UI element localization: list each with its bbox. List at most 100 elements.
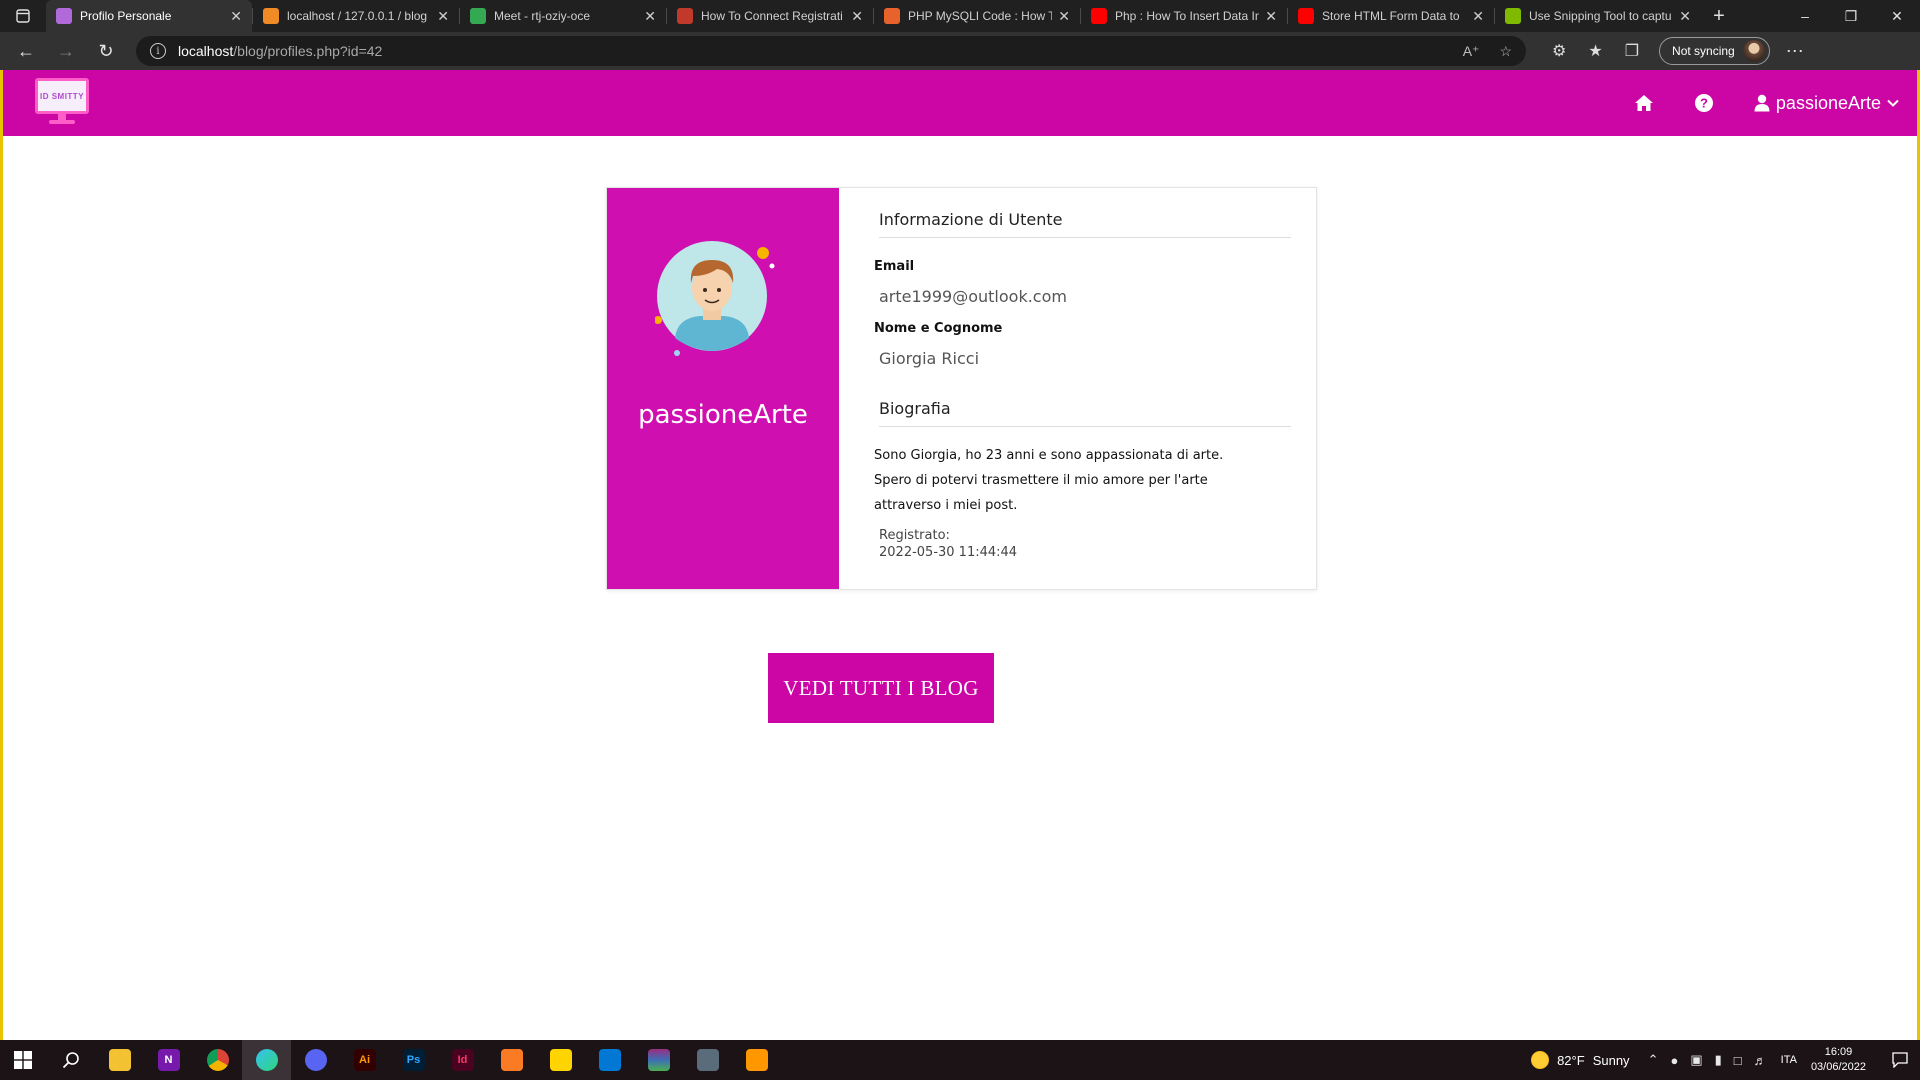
taskbar-edge[interactable] — [242, 1040, 291, 1080]
taskbar-illustrator[interactable]: Ai — [340, 1040, 389, 1080]
taskbar-discord[interactable] — [291, 1040, 340, 1080]
camera-icon[interactable]: ▣ — [1690, 1052, 1702, 1068]
profile-card: passioneArte Informazione di Utente Emai… — [606, 187, 1317, 590]
tray-icons: ⌃ ● ▣ ▮ □ ♬ — [1648, 1052, 1767, 1068]
browser-toolbar: ← → ↻ i localhost/blog/profiles.php?id=4… — [0, 32, 1920, 70]
view-all-blogs-button[interactable]: VEDI TUTTI I BLOG — [768, 653, 994, 723]
browser-tab-strip: Profilo Personale ✕ localhost / 127.0.0.1 … — [0, 0, 1920, 32]
favorites-icon[interactable]: ★ — [1588, 41, 1602, 61]
read-aloud-icon[interactable]: A⁺ — [1463, 43, 1480, 60]
avatar — [654, 238, 785, 358]
full-name-label: Nome e Cognome — [874, 321, 1003, 336]
tab-actions-button[interactable] — [0, 0, 46, 32]
sync-label: Not syncing — [1672, 44, 1735, 58]
user-dropdown[interactable]: passioneArte — [1754, 93, 1899, 114]
search-icon — [62, 1052, 79, 1069]
registered-date: 2022-05-30 11:44:44 — [879, 545, 1018, 560]
discord-icon — [304, 1049, 327, 1071]
profile-sidebar: passioneArte — [607, 188, 839, 589]
back-button[interactable]: ← — [6, 35, 46, 67]
taskbar-sublime[interactable] — [732, 1040, 781, 1080]
browser-tab[interactable]: Profilo Personale ✕ — [46, 0, 252, 32]
chrome-icon — [206, 1049, 229, 1071]
tab-label: Use Snipping Tool to captu — [1529, 9, 1672, 23]
question-circle-icon: ? — [1694, 94, 1713, 112]
browser-tab[interactable]: Php : How To Insert Data In ✕ — [1081, 0, 1287, 32]
taskbar-calculator[interactable] — [683, 1040, 732, 1080]
window-controls: – ❐ ✕ — [1782, 0, 1920, 32]
extensions-icon[interactable]: ⚙ — [1552, 41, 1566, 61]
settings-more-button[interactable]: ⋯ — [1786, 41, 1805, 62]
new-tab-button[interactable]: + — [1701, 0, 1737, 32]
email-label: Email — [874, 259, 915, 274]
browser-tab[interactable]: PHP MySQLI Code : How T ✕ — [874, 0, 1080, 32]
collections-icon[interactable]: ❐ — [1625, 41, 1639, 61]
tab-close-icon[interactable]: ✕ — [1265, 8, 1277, 25]
taskbar-sticky-notes[interactable] — [536, 1040, 585, 1080]
minimize-button[interactable]: – — [1782, 0, 1828, 32]
weather-widget[interactable]: 82°F Sunny — [1531, 1051, 1630, 1069]
restore-button[interactable]: ❐ — [1828, 0, 1874, 32]
url-host: localhost — [178, 43, 234, 59]
taskbar-onenote[interactable]: N — [144, 1040, 193, 1080]
volume-icon[interactable]: ♬ — [1754, 1053, 1767, 1068]
tab-close-icon[interactable]: ✕ — [437, 8, 449, 25]
tab-close-icon[interactable]: ✕ — [644, 8, 656, 25]
taskbar-search[interactable] — [46, 1040, 95, 1080]
taskbar-vscode[interactable] — [585, 1040, 634, 1080]
profile-sync-button[interactable]: Not syncing — [1659, 37, 1770, 65]
taskbar-xampp[interactable] — [487, 1040, 536, 1080]
illustrator-icon: Ai — [353, 1049, 376, 1071]
home-link[interactable] — [1634, 94, 1654, 112]
tab-favicon-icon — [263, 8, 279, 24]
taskbar-file-explorer[interactable] — [95, 1040, 144, 1080]
url-path: /blog/profiles.php?id=42 — [233, 43, 383, 59]
bio-line: attraverso i miei post. — [874, 498, 1018, 513]
browser-tab[interactable]: Use Snipping Tool to captu ✕ — [1495, 0, 1701, 32]
tab-label: Store HTML Form Data to — [1322, 9, 1460, 23]
tab-close-icon[interactable]: ✕ — [1679, 8, 1691, 25]
registered-label: Registrato: — [879, 528, 950, 543]
site-navbar: ID SMITTY ? passioneArte — [3, 70, 1917, 136]
browser-tab[interactable]: How To Connect Registrati ✕ — [667, 0, 873, 32]
tab-actions-icon — [16, 9, 30, 23]
clock[interactable]: 16:09 03/06/2022 — [1811, 1045, 1866, 1075]
help-link[interactable]: ? — [1694, 93, 1714, 113]
taskbar-indesign[interactable]: Id — [438, 1040, 487, 1080]
add-favorite-icon[interactable]: ☆ — [1499, 43, 1512, 60]
chevron-up-icon[interactable]: ⌃ — [1648, 1052, 1659, 1068]
input-language[interactable]: ITA — [1781, 1054, 1797, 1066]
microphone-icon[interactable]: ● — [1670, 1053, 1678, 1068]
clock-time: 16:09 — [1824, 1046, 1853, 1058]
sticky-notes-icon — [549, 1049, 572, 1071]
sun-icon — [1531, 1051, 1550, 1069]
start-button[interactable] — [0, 1040, 46, 1080]
site-info-icon[interactable]: i — [150, 43, 166, 59]
network-icon[interactable]: □ — [1734, 1053, 1742, 1068]
toolbar-icons: ⚙ ★ ❐ — [1552, 41, 1639, 61]
taskbar-photoshop[interactable]: Ps — [389, 1040, 438, 1080]
taskbar-winrar[interactable] — [634, 1040, 683, 1080]
tab-close-icon[interactable]: ✕ — [1058, 8, 1070, 25]
winrar-icon — [647, 1049, 670, 1071]
profile-details: Informazione di Utente Email arte1999@ou… — [839, 188, 1316, 589]
profile-avatar — [1742, 40, 1765, 62]
taskbar-chrome[interactable] — [193, 1040, 242, 1080]
avatar-illustration — [654, 241, 775, 356]
site-logo[interactable]: ID SMITTY — [33, 78, 91, 126]
browser-tab[interactable]: Store HTML Form Data to ✕ — [1288, 0, 1494, 32]
tab-close-icon[interactable]: ✕ — [230, 8, 242, 25]
notifications-button[interactable] — [1880, 1052, 1920, 1068]
close-window-button[interactable]: ✕ — [1874, 0, 1920, 32]
battery-icon[interactable]: ▮ — [1715, 1052, 1722, 1068]
windows-taskbar: N Ai Ps Id 82°F Sunny ⌃ ● ▣ ▮ □ ♬ ITA 16… — [0, 1040, 1920, 1080]
photoshop-icon: Ps — [402, 1049, 425, 1071]
tab-favicon-icon — [1505, 8, 1521, 24]
refresh-button[interactable]: ↻ — [86, 35, 126, 67]
browser-tab[interactable]: localhost / 127.0.0.1 / blog ✕ — [253, 0, 459, 32]
tab-close-icon[interactable]: ✕ — [851, 8, 863, 25]
address-bar[interactable]: i localhost/blog/profiles.php?id=42 A⁺ ☆ — [136, 36, 1526, 66]
browser-tab[interactable]: Meet - rtj-oziy-oce ✕ — [460, 0, 666, 32]
tab-close-icon[interactable]: ✕ — [1472, 8, 1484, 25]
forward-button[interactable]: → — [46, 35, 86, 67]
